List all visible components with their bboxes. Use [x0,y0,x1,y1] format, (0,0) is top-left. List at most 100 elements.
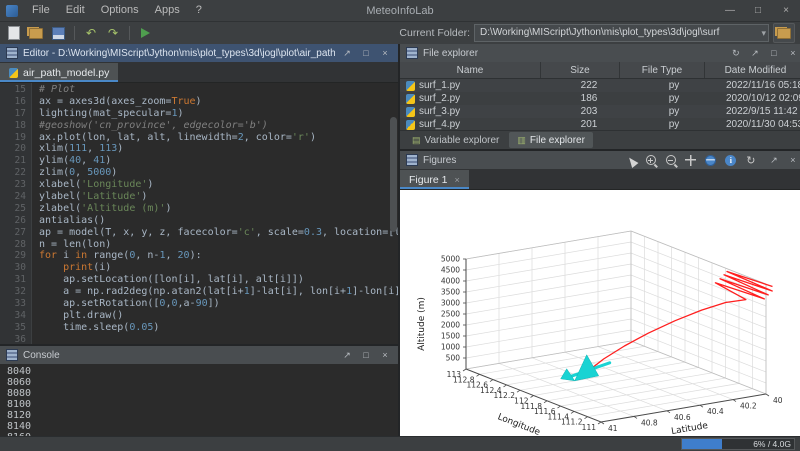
close-panel-icon[interactable]: × [786,151,800,169]
maximize-panel-icon[interactable]: □ [767,44,781,62]
code-line[interactable]: zlabel('Altitude (m)') [39,203,398,215]
table-row[interactable]: surf_2.py186py2020/10/12 02:09 [400,92,800,105]
code-line[interactable]: #geoshow('cn_province', edgecolor='b') [39,120,398,132]
tick-mark [544,401,547,403]
maximize-button[interactable]: □ [744,0,772,21]
run-script-button[interactable] [137,24,155,42]
code-line[interactable]: ax = axes3d(axes_zoom=True) [39,96,398,108]
line-number: 36 [0,334,26,344]
code-line[interactable]: antialias() [39,215,398,227]
maximize-panel-icon[interactable]: □ [359,44,373,62]
redo-button[interactable]: ↷ [104,24,122,42]
code-line[interactable]: n = len(lon) [39,239,398,251]
code-token: ) [105,155,111,166]
tick-mark [517,390,520,392]
code-line[interactable]: for i in range(0, n-1, 20): [39,250,398,262]
identify-button[interactable] [724,153,738,167]
code-line[interactable]: a = np.rad2deg(np.atan2(lat[i+1]-lat[i],… [39,286,398,298]
scrollbar-thumb[interactable] [390,117,397,232]
tab-variable-explorer[interactable]: ▤ Variable explorer [404,132,507,148]
line-number: 21 [0,155,26,167]
console-line: 8060 [7,377,391,388]
tab-file-explorer[interactable]: ▥ File explorer [509,132,593,148]
column-header-datemodified[interactable]: Date Modified [705,62,800,78]
editor-scrollbar[interactable] [390,87,397,338]
line-number: 25 [0,203,26,215]
code-line[interactable]: xlim(111, 113) [39,143,398,155]
code-token: 41 [93,155,105,166]
code-token: n = len(lon) [39,239,111,250]
z-tick-label: 1500 [441,332,460,341]
chevron-down-icon[interactable]: ▾ [761,25,766,41]
float-panel-icon[interactable]: ↗ [748,44,762,62]
table-row[interactable]: surf_3.py203py2022/9/15 11:42 [400,105,800,118]
browse-folder-button[interactable] [773,23,795,43]
pan-button[interactable] [684,153,698,167]
menu-help[interactable]: ? [188,0,210,21]
refresh-icon[interactable]: ↻ [729,44,743,62]
maximize-panel-icon[interactable]: □ [359,346,373,364]
close-figure-icon[interactable]: × [455,175,460,185]
minimize-button[interactable]: — [716,0,744,21]
code-line[interactable]: xlabel('Longitude') [39,179,398,191]
x-tick-label: 111 [582,423,597,432]
menu-edit[interactable]: Edit [58,0,93,21]
full-extent-button[interactable] [704,153,718,167]
code-line[interactable]: ap.setLocation([lon[i], lat[i], alt[i]]) [39,274,398,286]
select-tool-button[interactable] [624,153,638,167]
figure-3d-plot[interactable]: 111111.2111.4111.6111.8112112.2112.4112.… [400,190,800,442]
editor-body[interactable]: 1516171819202122232425262728293031323334… [0,83,398,344]
float-panel-icon[interactable]: ↗ [340,346,354,364]
code-line[interactable]: time.sleep(0.05) [39,322,398,334]
rotate-button[interactable]: ↻ [744,153,758,167]
code-line[interactable]: ap.setRotation([0,0,a-90]) [39,298,398,310]
table-row[interactable]: surf_1.py222py2022/11/16 05:18 [400,79,800,92]
close-panel-icon[interactable]: × [378,44,392,62]
figure-canvas-area[interactable]: 111111.2111.4111.6111.8112112.2112.4112.… [400,190,800,445]
code-line[interactable]: # Plot [39,84,398,96]
code-token: 'Longitude' [81,179,147,190]
console-output[interactable]: 8040806080808100812081408160 [0,364,398,445]
column-header-filetype[interactable]: File Type [620,62,705,78]
code-line[interactable]: ap = model(T, x, y, z, facecolor='c', sc… [39,227,398,239]
open-file-button[interactable] [27,24,45,42]
close-button[interactable]: × [772,0,800,21]
menu-options[interactable]: Options [93,0,147,21]
menu-apps[interactable]: Apps [147,0,188,21]
gridline [565,242,700,405]
table-row[interactable]: surf_4.py201py2020/11/30 04:53 [400,118,800,130]
float-panel-icon[interactable]: ↗ [767,151,781,169]
code-line[interactable]: ylabel('Latitude') [39,191,398,203]
code-line[interactable]: zlim(0, 5000) [39,167,398,179]
editor-code[interactable]: # Plotax = axes3d(axes_zoom=True)lightin… [32,83,398,344]
code-line[interactable]: print(i) [39,262,398,274]
code-line[interactable]: ylim(40, 41) [39,155,398,167]
save-button[interactable] [49,24,67,42]
close-panel-icon[interactable]: × [786,44,800,62]
menu-file[interactable]: File [24,0,58,21]
tab-air-path-model[interactable]: air_path_model.py [0,63,118,82]
zoom-out-button[interactable] [664,153,678,167]
x-tick-label: 113 [447,370,462,379]
code-token: , n- [135,250,159,261]
column-header-name[interactable]: Name [400,62,541,78]
zoom-in-button[interactable] [644,153,658,167]
file-name-cell: surf_3.py [400,106,548,117]
code-token: 111 [69,143,87,154]
tick-mark [463,369,466,371]
code-line[interactable] [39,334,398,344]
current-folder-combobox[interactable]: D:\Working\MIScript\Jython\mis\plot_type… [474,24,769,42]
undo-button[interactable]: ↶ [82,24,100,42]
tab-figure-1[interactable]: Figure 1 × [400,170,469,189]
close-panel-icon[interactable]: × [378,346,392,364]
new-file-button[interactable] [5,24,23,42]
code-token: 'r' [292,132,310,143]
column-header-size[interactable]: Size [541,62,620,78]
float-panel-icon[interactable]: ↗ [340,44,354,62]
code-line[interactable]: plt.draw() [39,310,398,322]
gridline [532,248,667,411]
figures-panel-header: Figures ↻ ↗ × [400,151,800,169]
memory-indicator[interactable]: 6% / 4.0G [681,438,795,450]
code-line[interactable]: lighting(mat_specular=1) [39,108,398,120]
code-line[interactable]: ax.plot(lon, lat, alt, linewidth=2, colo… [39,132,398,144]
